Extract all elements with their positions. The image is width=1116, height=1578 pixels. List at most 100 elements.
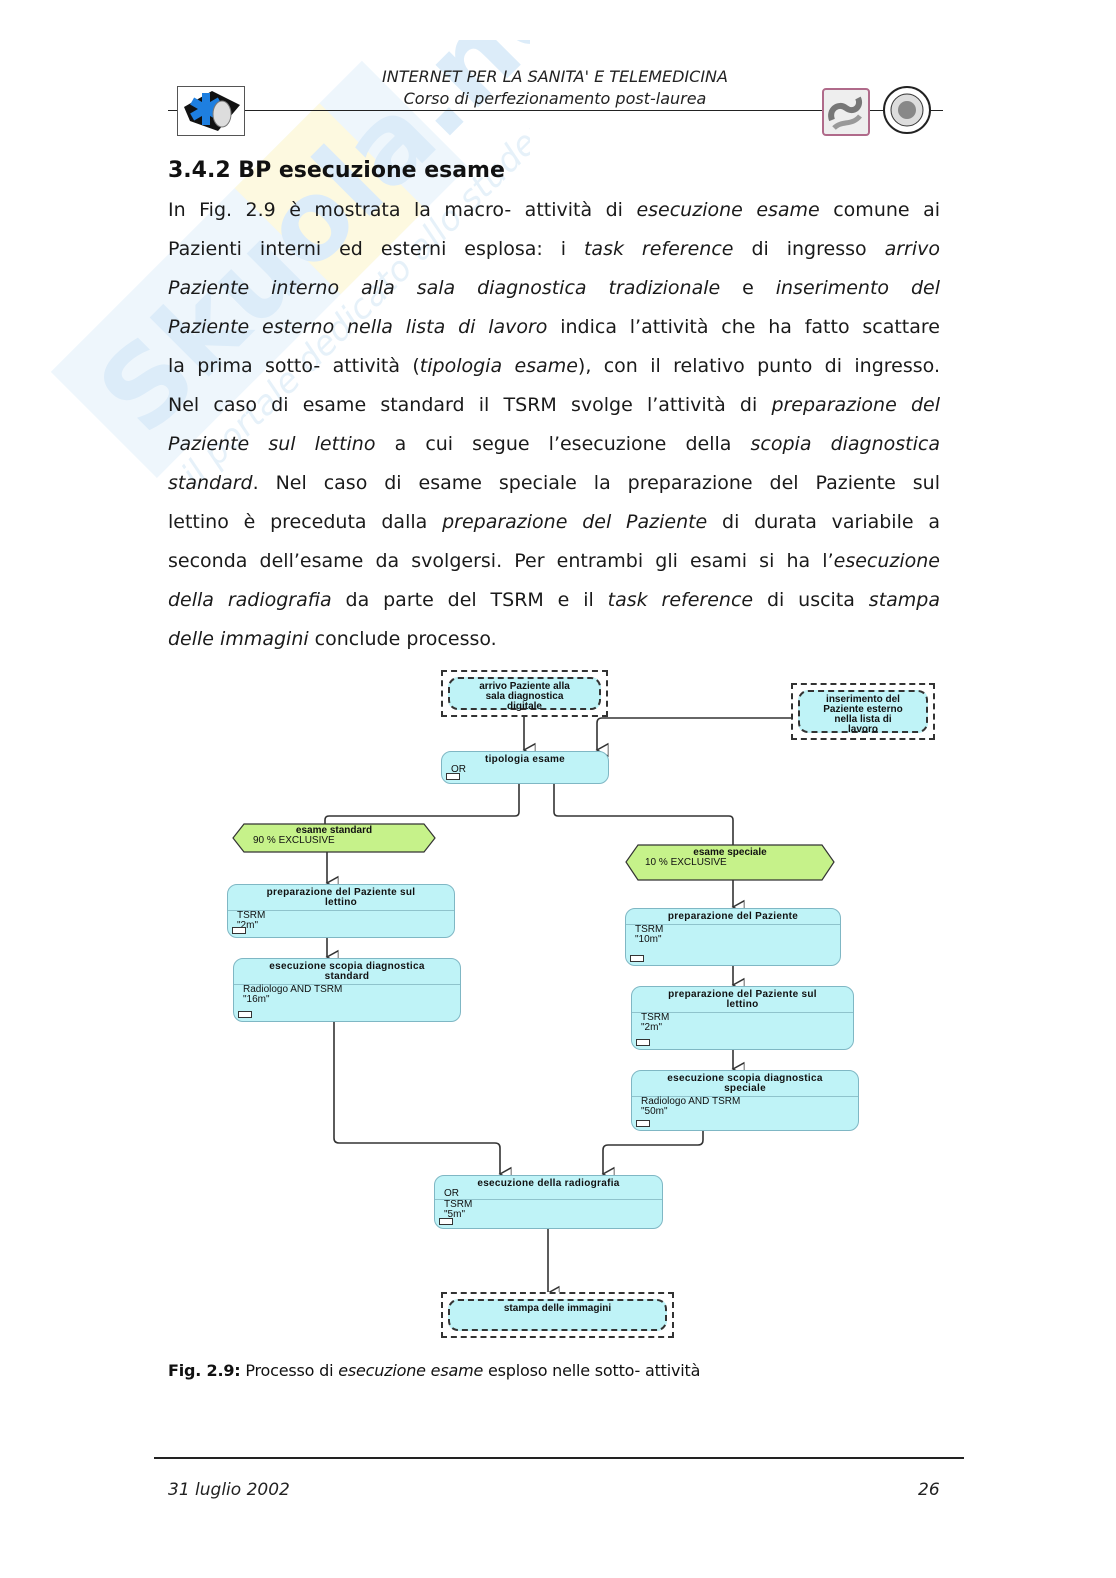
text: lettino è preceduta dalla (168, 511, 443, 533)
text: indica l’attività che ha fatto scattare (547, 316, 940, 338)
task-ref-inserimento[interactable]: inserimento del Paziente esterno nella lis… (791, 683, 935, 740)
footer-rule (154, 1457, 964, 1459)
text: ), con il relativo punto di ingresso. (577, 355, 940, 377)
caption-post: esploso nelle sotto- attività (483, 1361, 701, 1380)
italic-text: preparazione del (771, 394, 940, 416)
task-ref-arrivo[interactable]: arrivo Paziente alla sala diagnostica digi… (441, 670, 608, 717)
connector-inserimento-tipologia (597, 717, 792, 750)
activity-attribute: "2m" (641, 1022, 662, 1033)
italic-text: esecuzione esame (636, 199, 820, 221)
italic-text: esecuzione (833, 550, 940, 572)
decision-esame-speciale[interactable]: esame speciale 10 % EXCLUSIVE (625, 844, 835, 881)
italic-text: Paziente sul lettino (168, 433, 376, 455)
activity-tipologia-esame[interactable]: tipologia esame OR (441, 751, 609, 784)
activity-title: lettino (324, 897, 358, 908)
subprocess-icon (232, 927, 246, 934)
paragraph-line: Paziente sul lettino a cui segue l’esecu… (168, 425, 940, 464)
subprocess-icon (636, 1039, 650, 1046)
italic-text: task reference (583, 238, 734, 260)
connector-scopia-std-radiografia (333, 1022, 500, 1174)
activity-preparazione-paziente[interactable]: preparazione del Paziente TSRM "10m" (625, 908, 841, 966)
section-title: 3.4.2 BP esecuzione esame (168, 158, 505, 183)
university-seal-logo (882, 85, 932, 135)
body-paragraph: In Fig. 2.9 è mostrata la macro- attivit… (168, 191, 940, 659)
paragraph-line: In Fig. 2.9 è mostrata la macro- attivit… (168, 191, 940, 230)
subprocess-icon (636, 1120, 650, 1127)
task-ref-line: stampa delle immagini (503, 1303, 612, 1314)
text: Nel caso di esame standard il TSRM svolg… (168, 394, 772, 416)
decision-speciale-probability: 10 % EXCLUSIVE (645, 857, 727, 868)
paragraph-line: Nel caso di esame standard il TSRM svolg… (168, 386, 940, 425)
activity-attribute: TSRM (641, 1012, 670, 1023)
italic-text: arrivo (884, 238, 940, 260)
star-of-life-icon (184, 91, 240, 131)
institution-icon (828, 96, 862, 130)
italic-text: task reference (607, 589, 754, 611)
activity-attribute: "50m" (641, 1106, 668, 1117)
figure-caption: Fig. 2.9: Processo di esecuzione esame e… (168, 1361, 700, 1380)
task-ref-arrivo-label: arrivo Paziente alla sala diagnostica digi… (448, 677, 601, 712)
text: da parte del TSRM e il (331, 589, 608, 611)
text: di ingresso (733, 238, 885, 260)
caption-label: Fig. 2.9: (168, 1361, 241, 1380)
subprocess-icon (238, 1011, 252, 1018)
activity-attribute: "2m" (237, 920, 258, 931)
connector-scopia-spec-radiografia (603, 1131, 704, 1174)
subprocess-icon (439, 1218, 453, 1225)
institution-logo (822, 88, 870, 136)
subprocess-icon (630, 955, 644, 962)
activity-attribute: TSRM (444, 1199, 473, 1210)
text: a cui segue l’esecuzione della (375, 433, 751, 455)
activity-title: esecuzione della radiografia (477, 1178, 620, 1189)
connector-tipologia-speciale (553, 784, 734, 846)
activity-esecuzione-radiografia[interactable]: esecuzione della radiografia OR TSRM "5m" (434, 1175, 663, 1229)
italic-text: preparazione del Paziente (442, 511, 708, 533)
activity-scopia-standard[interactable]: esecuzione scopia diagnostica standard Rad… (233, 958, 461, 1022)
paragraph-line: della radiografia da parte del TSRM e il… (168, 581, 940, 620)
activity-attribute: "10m" (635, 934, 662, 945)
paragraph-line: delle immagini conclude processo. (168, 620, 940, 659)
paragraph-line: standard. Nel caso di esame speciale la … (168, 464, 940, 503)
paragraph-line: la prima sotto- attività (tipologia esam… (168, 347, 940, 386)
text: e (720, 277, 776, 299)
italic-text: delle immagini (168, 628, 309, 650)
paragraph-line: seconda dell’esame da svolgersi. Per ent… (168, 542, 940, 581)
text: di uscita (753, 589, 869, 611)
paragraph-line: lettino è preceduta dalla preparazione d… (168, 503, 940, 542)
text: la prima sotto- attività ( (168, 355, 420, 377)
activity-title: speciale (724, 1083, 766, 1094)
italic-text: standard (168, 472, 253, 494)
header-subtitle: Corso di perfezionamento post-laurea (403, 89, 707, 108)
italic-text: Paziente interno alla sala diagnostica t… (168, 277, 721, 299)
task-ref-stampa[interactable]: stampa delle immagini (441, 1292, 674, 1338)
task-ref-line: digitale (506, 701, 542, 712)
text: In Fig. 2.9 è mostrata la macro- attivit… (168, 199, 637, 221)
subprocess-icon (446, 773, 460, 780)
paragraph-line: Paziente interno alla sala diagnostica t… (168, 269, 940, 308)
text: seconda dell’esame da svolgersi. Per ent… (168, 550, 834, 572)
connector-tipologia-standard (324, 784, 520, 826)
decision-speciale-title: esame speciale (693, 847, 767, 858)
text: . Nel caso di esame speciale la preparaz… (252, 472, 940, 494)
task-ref-line: lavoro (847, 724, 878, 735)
activity-preparazione-lettino-speciale[interactable]: preparazione del Paziente sul lettino TSRM… (631, 986, 854, 1050)
header-title: INTERNET PER LA SANITA' E TELEMEDICINA (382, 67, 728, 86)
italic-text: Paziente esterno nella lista di lavoro (168, 316, 548, 338)
decision-standard-probability: 90 % EXCLUSIVE (253, 835, 335, 846)
activity-scopia-speciale[interactable]: esecuzione scopia diagnostica speciale Rad… (631, 1070, 859, 1131)
italic-text: scopia diagnostica (750, 433, 940, 455)
caption-pre: Processo di (240, 1361, 339, 1380)
activity-attribute: "16m" (243, 994, 270, 1005)
text: Pazienti interni ed esterni esplosa: i (168, 238, 584, 260)
activity-attribute: OR (451, 764, 466, 775)
italic-text: inserimento del (775, 277, 940, 299)
activity-preparazione-lettino-standard[interactable]: preparazione del Paziente sul lettino TSRM… (227, 884, 455, 938)
activity-title: tipologia esame (484, 754, 566, 765)
paragraph-line: Paziente esterno nella lista di lavoro i… (168, 308, 940, 347)
text: di durata variabile a (707, 511, 940, 533)
paragraph-line: Pazienti interni ed esterni esplosa: i t… (168, 230, 940, 269)
text: comune ai (819, 199, 941, 221)
activity-attribute: OR (444, 1188, 459, 1199)
task-ref-inserimento-label: inserimento del Paziente esterno nella lis… (798, 690, 928, 735)
decision-esame-standard[interactable]: esame standard 90 % EXCLUSIVE (232, 823, 436, 853)
